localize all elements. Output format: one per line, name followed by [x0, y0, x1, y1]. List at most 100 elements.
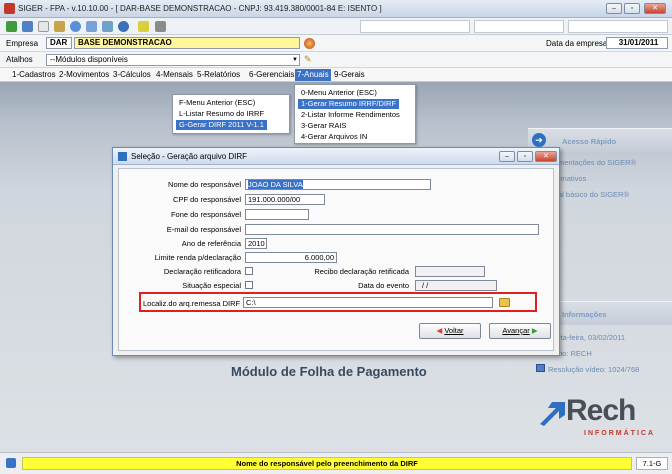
submenu-anuais: 0-Menu Anterior (ESC) 1-Gerar Resumo IRR… — [294, 84, 416, 144]
version-label: 7.1-G — [636, 457, 668, 470]
toolbar-field-2 — [474, 20, 564, 33]
quick-link-3[interactable]: al básico do SIGER® — [558, 190, 629, 199]
submenu-item-listar-informe[interactable]: 2-Listar Informe Rendimentos — [298, 110, 403, 120]
dialog-maximize-button[interactable]: ▫ — [517, 151, 533, 162]
empresa-code-field[interactable]: DAR — [46, 37, 72, 49]
empresa-row: Empresa DAR BASE DEMONSTRACAO Data da em… — [0, 35, 672, 52]
window-titlebar: SIGER - FPA - v.10.10.00 - [ DAR-BASE DE… — [0, 0, 672, 18]
dialog-minimize-button[interactable]: – — [499, 151, 515, 162]
submenu-item-menu-anterior[interactable]: F-Menu Anterior (ESC) — [176, 98, 258, 108]
nome-value: JOAO DA SILVA — [248, 180, 303, 189]
quick-access-title: Acesso Rápido — [562, 137, 617, 146]
refresh-icon[interactable] — [304, 38, 315, 49]
submenu-item-gerar-dirf[interactable]: G-Gerar DIRF 2011 V-1.1 — [176, 120, 267, 130]
situacao-label: Situação especial — [182, 281, 241, 290]
brand-name: Rech — [566, 394, 636, 427]
menu-gerais[interactable]: 9-Gerais — [333, 70, 366, 79]
menu-anuais[interactable]: 7-Anuais — [295, 69, 331, 81]
nome-field[interactable]: JOAO DA SILVA — [245, 179, 431, 190]
toolbar — [0, 18, 672, 35]
calculator-icon[interactable] — [138, 21, 149, 32]
quick-link-1[interactable]: mentações do SIGER® — [558, 158, 636, 167]
folder-browse-icon[interactable] — [499, 298, 510, 307]
help-icon[interactable] — [118, 21, 129, 32]
cpf-label: CPF do responsável — [173, 195, 241, 204]
empresa-date-field[interactable]: 31/01/2011 — [606, 37, 668, 49]
dialog-body: Nome do responsável JOAO DA SILVA CPF do… — [118, 168, 554, 351]
dialog-app-icon — [118, 152, 127, 161]
info-resolution: Resolução vídeo: 1024/768 — [548, 365, 640, 374]
pin-icon[interactable]: ✎ — [304, 54, 312, 65]
limite-field[interactable]: 6.000,00 — [245, 252, 337, 263]
app-icon — [4, 3, 15, 14]
forward-arrow-icon: ▶ — [531, 326, 538, 335]
exit-icon[interactable] — [6, 21, 17, 32]
rech-logo: Rech INFORMÁTICA — [538, 394, 668, 442]
document-icon[interactable] — [38, 21, 49, 32]
globe-icon[interactable] — [70, 21, 81, 32]
ano-label: Ano de referência — [181, 239, 241, 248]
menu-gerenciais[interactable]: 6-Gerenciais — [248, 70, 295, 79]
quick-link-2[interactable]: rmativos — [558, 174, 586, 183]
empresa-date-label: Data da empresa — [546, 39, 608, 48]
statusbar: Nome do responsável pelo preenchimento d… — [0, 452, 672, 474]
email-label: E-mail do responsável — [166, 225, 241, 234]
window-title: SIGER - FPA - v.10.10.00 - [ DAR-BASE DE… — [18, 4, 382, 13]
info-title: Informações — [562, 310, 607, 319]
fone-field[interactable] — [245, 209, 309, 220]
submenu-item-gerar-resumo[interactable]: 1-Gerar Resumo IRRF/DIRF — [298, 99, 400, 109]
toolbar-field-1 — [360, 20, 470, 33]
retificadora-label: Declaração retificadora — [163, 267, 241, 276]
status-message: Nome do responsável pelo preenchimento d… — [22, 457, 632, 470]
menu-relatorios[interactable]: 5-Relatórios — [196, 70, 241, 79]
recibo-label: Recibo declaração retificada — [314, 267, 409, 276]
monitor-icon — [536, 364, 545, 372]
menu-calculos[interactable]: 3-Cálculos — [112, 70, 152, 79]
limite-label: Limite renda p/declaração — [154, 253, 241, 262]
local-field[interactable]: C:\ — [243, 297, 493, 308]
nome-label: Nome do responsável — [168, 180, 241, 189]
voltar-label: Voltar — [444, 326, 464, 335]
minimize-button[interactable]: – — [606, 3, 622, 14]
back-arrow-icon: ◀ — [436, 326, 443, 335]
atalhos-label: Atalhos — [6, 55, 33, 64]
avancar-button[interactable]: Avançar ▶ — [489, 323, 551, 339]
empresa-name-field[interactable]: BASE DEMONSTRACAO — [74, 37, 300, 49]
atalhos-row: Atalhos --Módulos disponíveis ▼ ✎ — [0, 52, 672, 68]
empresa-label: Empresa — [6, 39, 39, 48]
submenu-item-gerar-arquivos[interactable]: 4-Gerar Arquivos IN — [298, 132, 370, 142]
submenu-item-menu-anterior-2[interactable]: 0-Menu Anterior (ESC) — [298, 88, 380, 98]
dialog-titlebar: Seleção - Geração arquivo DIRF – ▫ ✕ — [113, 148, 559, 165]
submenu-item-gerar-rais[interactable]: 3-Gerar RAIS — [298, 121, 349, 131]
dirf-dialog: Seleção - Geração arquivo DIRF – ▫ ✕ Nom… — [112, 147, 560, 356]
maximize-button[interactable]: ▫ — [624, 3, 640, 14]
status-icon — [6, 458, 16, 468]
fone-label: Fone do responsável — [170, 210, 241, 219]
info-date: rta-feira, 03/02/2011 — [558, 333, 625, 342]
retificadora-checkbox[interactable] — [245, 267, 253, 275]
mail-icon[interactable] — [86, 21, 97, 32]
data-evento-field[interactable]: / / — [415, 280, 497, 291]
avancar-label: Avançar — [502, 326, 530, 335]
folder-icon[interactable] — [54, 21, 65, 32]
recibo-field[interactable] — [415, 266, 485, 277]
close-button[interactable]: ✕ — [644, 3, 666, 14]
binoculars-icon[interactable] — [102, 21, 113, 32]
menu-cadastros[interactable]: 1-Cadastros — [11, 70, 57, 79]
tools-icon[interactable] — [155, 21, 166, 32]
situacao-checkbox[interactable] — [245, 281, 253, 289]
save-icon[interactable] — [22, 21, 33, 32]
chevron-down-icon[interactable]: ▼ — [292, 57, 298, 63]
quick-access-icon: ➔ — [532, 133, 546, 147]
dialog-close-button[interactable]: ✕ — [535, 151, 557, 162]
menu-mensais[interactable]: 4-Mensais — [155, 70, 194, 79]
ano-field[interactable]: 2010 — [245, 238, 267, 249]
voltar-button[interactable]: ◀ Voltar — [419, 323, 481, 339]
submenu-dirf: F-Menu Anterior (ESC) L-Listar Resumo do… — [172, 94, 290, 134]
atalhos-select[interactable]: --Módulos disponíveis — [46, 54, 300, 66]
email-field[interactable] — [245, 224, 539, 235]
menu-movimentos[interactable]: 2-Movimentos — [58, 70, 110, 79]
submenu-item-listar-resumo[interactable]: L-Listar Resumo do IRRF — [176, 109, 267, 119]
rech-arrow-icon — [540, 402, 565, 426]
cpf-field[interactable]: 191.000.000/00 — [245, 194, 325, 205]
